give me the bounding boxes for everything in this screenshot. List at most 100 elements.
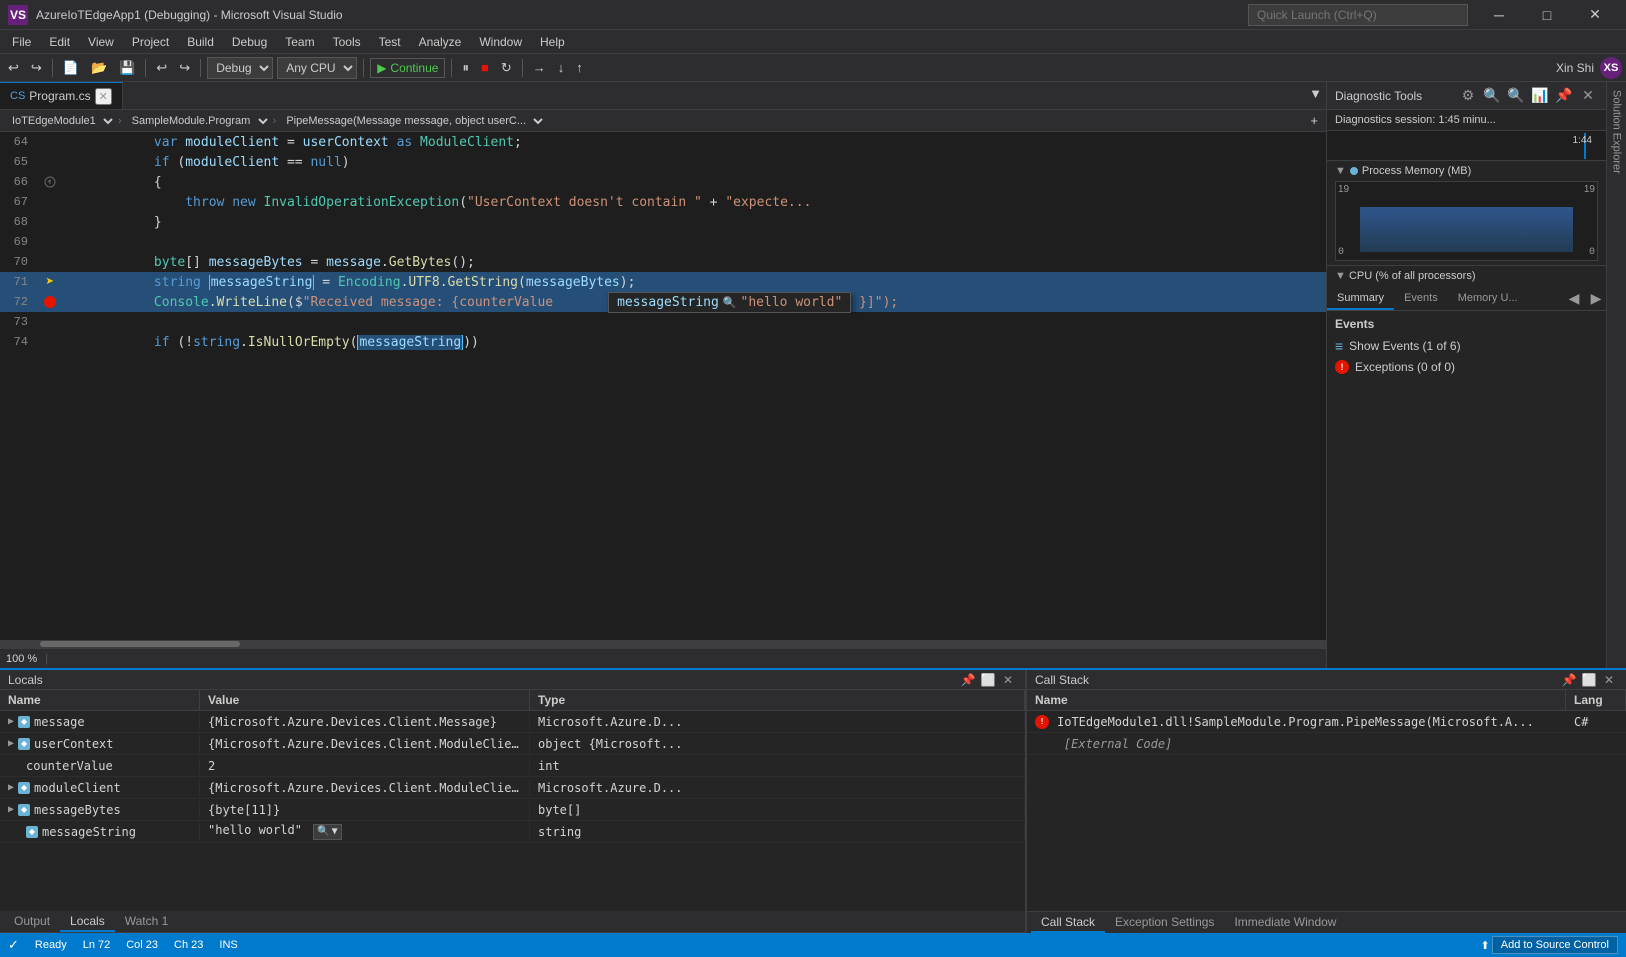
local-value-message: {Microsoft.Azure.Devices.Client.Message} [200,713,530,731]
diag-zoom-in-button[interactable]: 🔍 [1482,86,1502,106]
editor-tab-program[interactable]: CS Program.cs ✕ [0,82,123,109]
diag-zoom-out-button[interactable]: 🔍 [1506,86,1526,106]
show-events-row[interactable]: ≡ Show Events (1 of 6) [1335,335,1598,357]
memory-collapse-arrow[interactable]: ▼ [1335,165,1346,177]
code-editor[interactable]: 64 var moduleClient = userContext as Mod… [0,132,1326,640]
undo-button[interactable]: ↩ [152,57,171,79]
callstack-close-button[interactable]: ✕ [1600,671,1618,689]
scrollbar-thumb[interactable] [40,641,240,647]
back-nav-button[interactable]: ↩ [4,57,23,79]
status-ins[interactable]: INS [219,939,237,951]
menu-file[interactable]: File [4,33,39,51]
forward-nav-button[interactable]: ↪ [27,57,46,79]
status-col[interactable]: Col 23 [126,939,158,951]
solution-explorer-bar[interactable]: Solution Explorer [1606,82,1626,668]
locals-close-button[interactable]: ✕ [999,671,1017,689]
add-member-button[interactable]: + [1306,110,1322,132]
menu-window[interactable]: Window [471,33,530,51]
module-selector[interactable]: IoTEdgeModule1 [4,111,116,131]
quick-launch-input[interactable] [1248,4,1468,26]
save-button[interactable]: 💾 [115,57,139,79]
inline-search-messagestring[interactable]: 🔍 ▼ [313,824,341,840]
close-button[interactable]: ✕ [1572,0,1618,30]
bottom-tab-watch1[interactable]: Watch 1 [115,911,179,932]
menu-tools[interactable]: Tools [325,33,369,51]
show-events-label: Show Events (1 of 6) [1349,339,1460,353]
callstack-float-button[interactable]: ⬜ [1580,671,1598,689]
restart-button[interactable]: ↻ [497,57,516,79]
class-selector[interactable]: SampleModule.Program [124,111,271,131]
maximize-button[interactable]: □ [1524,0,1570,30]
new-file-button[interactable]: 📄 [59,57,83,79]
local-row-usercontext[interactable]: ▶ ◆ userContext {Microsoft.Azure.Devices… [0,733,1025,755]
expand-arrow-message[interactable]: ▶ [8,716,14,727]
diag-tab-prev-button[interactable]: ◀ [1564,288,1584,308]
callstack-pin-button[interactable]: 📌 [1560,671,1578,689]
tab-overflow-button[interactable]: ▼ [1305,82,1326,104]
inline-search-dropdown-icon[interactable]: ▼ [332,826,338,837]
tooltip-search-icon[interactable]: 🔍 [723,296,737,309]
pause-button[interactable]: ⏸ [458,57,473,79]
cs-tab-immediate[interactable]: Immediate Window [1224,912,1346,933]
local-row-message[interactable]: ▶ ◆ message {Microsoft.Azure.Devices.Cli… [0,711,1025,733]
diag-tab-memory[interactable]: Memory U... [1448,288,1528,310]
diag-tab-events[interactable]: Events [1394,288,1448,310]
step-out-button[interactable]: ↑ [572,57,587,79]
continue-button[interactable]: ▶ Continue [370,58,445,78]
menu-help[interactable]: Help [532,33,573,51]
expand-arrow-messagebytes[interactable]: ▶ [8,804,14,815]
diag-pin-button[interactable]: 📌 [1554,86,1574,106]
debug-config-dropdown[interactable]: Debug [207,57,273,79]
minimize-button[interactable]: ─ [1476,0,1522,30]
zoom-level[interactable]: 100 % [6,653,37,665]
window-controls: ─ □ ✕ [1476,0,1618,30]
diag-close-button[interactable]: ✕ [1578,86,1598,106]
add-to-source-control-button[interactable]: Add to Source Control [1492,936,1618,954]
local-varname-message: message [34,715,85,729]
menu-project[interactable]: Project [124,33,177,51]
status-ln[interactable]: Ln 72 [83,939,111,951]
code-scrollbar[interactable] [0,640,1326,648]
diag-tab-next-button[interactable]: ▶ [1586,288,1606,308]
menu-view[interactable]: View [80,33,122,51]
bottom-tab-locals[interactable]: Locals [60,911,115,932]
cs-tab-callstack[interactable]: Call Stack [1031,912,1105,933]
menu-debug[interactable]: Debug [224,33,275,51]
step-over-button[interactable]: → [529,57,550,79]
step-into-button[interactable]: ↓ [554,57,569,79]
user-info: Xin Shi XS [1556,57,1622,79]
local-value-moduleclient: {Microsoft.Azure.Devices.Client.ModuleCl… [200,779,530,797]
expand-arrow-usercontext[interactable]: ▶ [8,738,14,749]
cs-tab-exception-settings[interactable]: Exception Settings [1105,912,1224,933]
menu-edit[interactable]: Edit [41,33,78,51]
exceptions-row[interactable]: ! Exceptions (0 of 0) [1335,357,1598,377]
cpu-collapse-arrow[interactable]: ▼ [1335,270,1346,282]
stop-button[interactable]: ■ [477,57,493,79]
local-row-moduleclient[interactable]: ▶ ◆ moduleClient {Microsoft.Azure.Device… [0,777,1025,799]
cs-row-pipemessage[interactable]: ! IoTEdgeModule1.dll!SampleModule.Progra… [1027,711,1626,733]
expand-arrow-moduleclient[interactable]: ▶ [8,782,14,793]
locals-float-button[interactable]: ⬜ [979,671,997,689]
locals-table: Name Value Type ▶ ◆ message {Microsoft.A… [0,690,1025,911]
local-row-messagebytes[interactable]: ▶ ◆ messageBytes {byte[11]} byte[] [0,799,1025,821]
locals-pin-button[interactable]: 📌 [959,671,977,689]
tab-close-button[interactable]: ✕ [95,88,112,105]
cpu-title: ▼ CPU (% of all processors) [1335,270,1598,282]
platform-dropdown[interactable]: Any CPU [277,57,357,79]
cs-error-icon: ! [1035,715,1049,729]
menu-team[interactable]: Team [277,33,322,51]
menu-test[interactable]: Test [371,33,409,51]
redo-button[interactable]: ↪ [175,57,194,79]
cs-row-external[interactable]: [External Code] [1027,733,1626,755]
bottom-tab-output[interactable]: Output [4,911,60,932]
menu-analyze[interactable]: Analyze [411,33,470,51]
diag-settings-button[interactable]: ⚙ [1458,86,1478,106]
diag-chart-button[interactable]: 📊 [1530,86,1550,106]
local-row-messagestring[interactable]: ◆ messageString "hello world" 🔍 ▼ string [0,821,1025,843]
method-selector[interactable]: PipeMessage(Message message, object user… [278,111,546,131]
menu-build[interactable]: Build [179,33,222,51]
local-row-countervalue[interactable]: counterValue 2 int [0,755,1025,777]
diag-tab-summary[interactable]: Summary [1327,288,1394,310]
line-num-73: 73 [0,315,40,329]
open-button[interactable]: 📂 [87,57,111,79]
